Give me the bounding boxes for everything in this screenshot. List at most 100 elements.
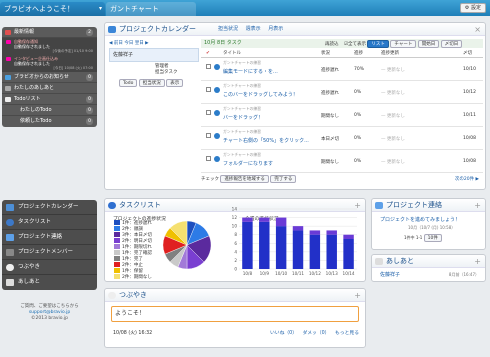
latest-box: 最新情報 2 自動保存通知 自動保存されました [今後の予定] 01/10 9:… <box>2 27 97 127</box>
task-title[interactable]: チャート右側の「50%」をクリック... <box>223 137 309 144</box>
close-icon[interactable]: × <box>474 23 481 36</box>
day-nav[interactable]: ◀ 前日 今日 翌日 ▶ <box>109 40 199 46</box>
task-row[interactable]: ガントチャートの練習 フォルダーになります 期間なし 0% — 更新なし 10/08 <box>201 151 483 173</box>
contact-link[interactable]: プロジェクトを進めてみましょう！ <box>380 216 460 223</box>
task-progress[interactable]: 0% <box>354 159 361 164</box>
contact-meta: 10月（10/7 (月) 10:58） <box>408 225 456 230</box>
task-title[interactable]: 編集モードにする・を... <box>223 68 278 75</box>
calendar-view-tabs: 担当状況 週表示 月表示 <box>218 23 289 36</box>
task-status[interactable]: 進捗遅れ <box>321 90 339 96</box>
task-progress[interactable]: 0% <box>354 90 361 95</box>
checklist-icon <box>5 97 11 102</box>
task-title[interactable]: フォルダーになります <box>223 160 273 167</box>
task-row[interactable]: ガントチャートの練習 チャート右側の「50%」をクリック... 本日〆切 0% — 更新… <box>201 128 483 150</box>
add-icon[interactable]: + <box>474 199 481 212</box>
x-tick-label: 10/11 <box>292 271 304 276</box>
menu-item-tasklist[interactable]: タスクリスト <box>2 215 97 230</box>
alert-icon <box>6 57 11 61</box>
calendar-panel: プロジェクトカレンダー 担当状況 週表示 月表示 × ◀ 前日 今日 翌日 ▶ … <box>104 22 486 190</box>
show-button[interactable]: 表示 <box>166 79 184 87</box>
sidebar-item-bravio-notice[interactable]: ブラビオからのお知らせ 0 <box>2 72 97 83</box>
menu-item-tweet[interactable]: つぶやき <box>2 260 97 275</box>
menu-item-calendar[interactable]: プロジェクトカレンダー <box>2 200 97 215</box>
count-badge: 0 <box>86 118 93 125</box>
more-link[interactable]: もっと見る <box>335 331 359 336</box>
sidebar-item-label: 依頼したTodo <box>20 118 52 124</box>
menu-item-contact[interactable]: プロジェクト連絡 <box>2 230 97 245</box>
legend-swatch <box>114 226 120 231</box>
todo-button[interactable]: Todo <box>119 79 138 87</box>
main-menu: プロジェクトカレンダー タスクリスト プロジェクト連絡 プロジェクトメンバー つ… <box>2 200 97 290</box>
task-progress[interactable]: 0% <box>354 113 361 118</box>
chart-button[interactable]: チャート <box>390 40 417 48</box>
y-tick-label: 8 <box>234 232 237 237</box>
bar <box>326 234 337 269</box>
task-checkbox[interactable] <box>206 87 211 92</box>
contact-panel: プロジェクト連絡 + プロジェクトを進めてみましょう！ 10月（10/7 (月)… <box>371 198 486 250</box>
notice-item[interactable]: 自動保存通知 自動保存されました [今後の予定] 01/10 9:00 <box>2 38 97 55</box>
mail-icon <box>6 234 14 241</box>
task-row[interactable]: ガントチャートの練習 編集モードにする・を... 進捗遅れ 70% — 更新なし 10/1… <box>201 59 483 81</box>
tab-status[interactable]: 担当状況 <box>218 26 238 32</box>
task-deadline: 10/11 <box>463 113 476 118</box>
task-footer: チェック 進捗報告を地域する 完了する 次の20件 ▶ <box>201 175 483 185</box>
settings-button[interactable]: ⚙ 設定 <box>459 3 486 13</box>
add-icon[interactable]: + <box>354 289 361 302</box>
add-icon[interactable]: + <box>474 255 481 268</box>
panel-title: プロジェクトカレンダー <box>119 25 196 33</box>
sidebar-item-my-todo[interactable]: わたしのTodo 0 <box>2 105 97 116</box>
notice-item[interactable]: インタビュー企画仕込み 自動保存されました [今日] 10/08 (火) 07:… <box>2 55 97 72</box>
tab-welcome[interactable]: ブラビオへようこそ！ ▾ <box>0 2 105 16</box>
close-icon[interactable]: ▾ <box>99 2 102 16</box>
task-progress[interactable]: 70% <box>354 67 364 72</box>
menu-item-members[interactable]: プロジェクトメンバー <box>2 245 97 260</box>
task-row[interactable]: ガントチャートの練習 バーをドラッグ！ 期間なし 0% — 更新なし 10/11 <box>201 105 483 127</box>
tab-month[interactable]: 月表示 <box>268 26 283 32</box>
per-page-select[interactable]: 10件 <box>423 234 442 242</box>
task-status[interactable]: 期間なし <box>321 113 339 119</box>
report-button[interactable]: 進捗報告を地域する <box>220 175 269 183</box>
task-checkbox[interactable] <box>206 156 211 161</box>
sidebar-item-latest[interactable]: 最新情報 2 <box>2 27 97 38</box>
sidebar-item-aisatsu[interactable]: わたしのあしあと <box>2 83 97 94</box>
task-row[interactable]: ガントチャートの練習 このバーをドラッグしてみよう！ 進捗遅れ 0% — 更新なし 10/… <box>201 82 483 104</box>
dislike-button[interactable]: ダメッ（0） <box>303 331 330 336</box>
like-button[interactable]: いいね（0） <box>270 331 297 336</box>
task-title[interactable]: このバーをドラッグしてみよう！ <box>223 91 298 98</box>
bar <box>275 226 287 269</box>
start-sort-button[interactable]: 開始日 <box>417 40 440 48</box>
task-status[interactable]: 期間なし <box>321 159 339 165</box>
sidebar-item-todo[interactable]: Todoリスト 0 <box>2 94 97 105</box>
task-title[interactable]: バーをドラッグ！ <box>223 114 263 121</box>
task-status[interactable]: 進捗遅れ <box>321 67 339 73</box>
person-name[interactable]: 佐藤祥子 <box>113 52 133 58</box>
bar <box>309 234 321 269</box>
tab-gantt[interactable]: ガントチャート <box>106 2 196 16</box>
sidebar-item-label: Todoリスト <box>14 96 41 102</box>
task-progress[interactable]: 0% <box>354 136 361 141</box>
list-button[interactable]: リスト <box>367 40 389 48</box>
status-button[interactable]: 担当状況 <box>138 79 165 87</box>
task-checkbox[interactable] <box>206 110 211 115</box>
task-checkbox[interactable] <box>206 133 211 138</box>
complete-button[interactable]: 完了する <box>270 175 297 183</box>
deadline-sort-button[interactable]: 〆切日 <box>440 40 463 48</box>
menu-item-ashiato[interactable]: あしあと <box>2 275 97 290</box>
tweet-message-text: ようこそ！ <box>115 310 146 317</box>
sidebar-item-req-todo[interactable]: 依頼したTodo 0 <box>2 116 97 127</box>
reload-button[interactable]: 再読込 <box>325 42 339 47</box>
menu-item-label: あしあと <box>18 279 41 285</box>
col-progress: 進捗 <box>354 51 363 56</box>
check-all-icon[interactable]: ✔ <box>206 49 210 58</box>
bar <box>309 230 321 235</box>
task-status[interactable]: 本日〆切 <box>321 136 339 142</box>
task-checkbox[interactable] <box>206 64 211 69</box>
bar <box>343 239 354 269</box>
legend-swatch <box>114 256 120 261</box>
gear-icon: ⚙ <box>464 5 470 11</box>
x-tick-label: 10/13 <box>326 271 338 276</box>
contact-panel-header: プロジェクト連絡 + <box>372 199 485 212</box>
next-page-link[interactable]: 次の20件 ▶ <box>455 175 479 184</box>
ashiato-person[interactable]: 佐藤祥子 <box>380 271 400 278</box>
tab-week[interactable]: 週表示 <box>246 26 261 32</box>
